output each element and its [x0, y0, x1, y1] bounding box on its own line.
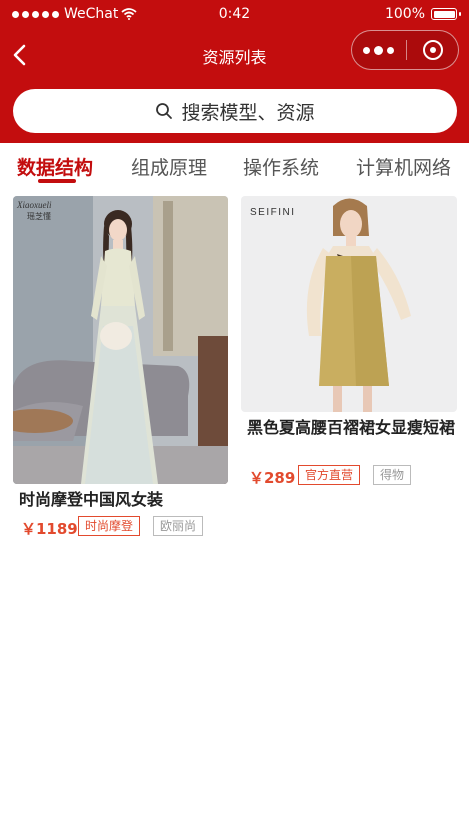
- search-bar[interactable]: 搜索模型、资源: [13, 89, 457, 133]
- product-price: ￥1189: [21, 520, 78, 538]
- svg-text:瑶芝懂: 瑶芝懂: [27, 211, 51, 221]
- tab-computer-organization[interactable]: 组成原理: [131, 153, 207, 180]
- more-dots-icon: [363, 46, 370, 54]
- tag-primary: 时尚摩登: [78, 516, 141, 536]
- mini-program-capsule: [351, 30, 459, 70]
- product-image: Xiaoxueli 瑶芝懂: [13, 196, 228, 484]
- product-image: SEIFINI: [241, 196, 457, 412]
- more-button[interactable]: [352, 31, 405, 69]
- product-price: ￥289: [249, 469, 296, 487]
- status-bar: WeChat 0:42 100%: [0, 0, 469, 30]
- tab-data-structures[interactable]: 数据结构: [17, 153, 93, 180]
- search-icon: [156, 103, 173, 119]
- image-brand-text: SEIFINI: [250, 207, 296, 218]
- product-title: 时尚摩登中国风女装: [19, 490, 164, 509]
- image-brand-text: Xiaoxueli: [16, 200, 52, 210]
- battery-icon: [431, 8, 461, 20]
- battery-percent: 100%: [384, 6, 425, 22]
- product-title: 黑色夏高腰百褶裙女显瘦短裙: [247, 418, 456, 437]
- tab-operating-systems[interactable]: 操作系统: [243, 153, 319, 180]
- category-tabs: 数据结构 组成原理 操作系统 计算机网络: [0, 143, 469, 189]
- tag-primary: 官方直营: [298, 465, 361, 485]
- product-card[interactable]: Xiaoxueli 瑶芝懂 时尚摩登中国风女装 ￥1189 时尚摩登 欧丽尚: [13, 196, 228, 541]
- capsule-divider: [406, 40, 407, 60]
- close-mini-program-button[interactable]: [408, 31, 458, 69]
- tag-secondary: 得物: [373, 465, 412, 485]
- tag-secondary: 欧丽尚: [153, 516, 204, 536]
- target-icon: [423, 40, 443, 60]
- navigation-bar: 资源列表: [0, 30, 469, 80]
- tab-computer-networks[interactable]: 计算机网络: [356, 153, 451, 180]
- search-placeholder: 搜索模型、资源: [181, 101, 315, 124]
- active-tab-indicator: [38, 179, 76, 183]
- product-card[interactable]: SEIFINI 黑色夏高腰百褶裙女显瘦短裙 ￥289 官方直营 得物: [241, 196, 457, 491]
- header: WeChat 0:42 100% 资源列表 搜索模型、资源: [0, 0, 469, 143]
